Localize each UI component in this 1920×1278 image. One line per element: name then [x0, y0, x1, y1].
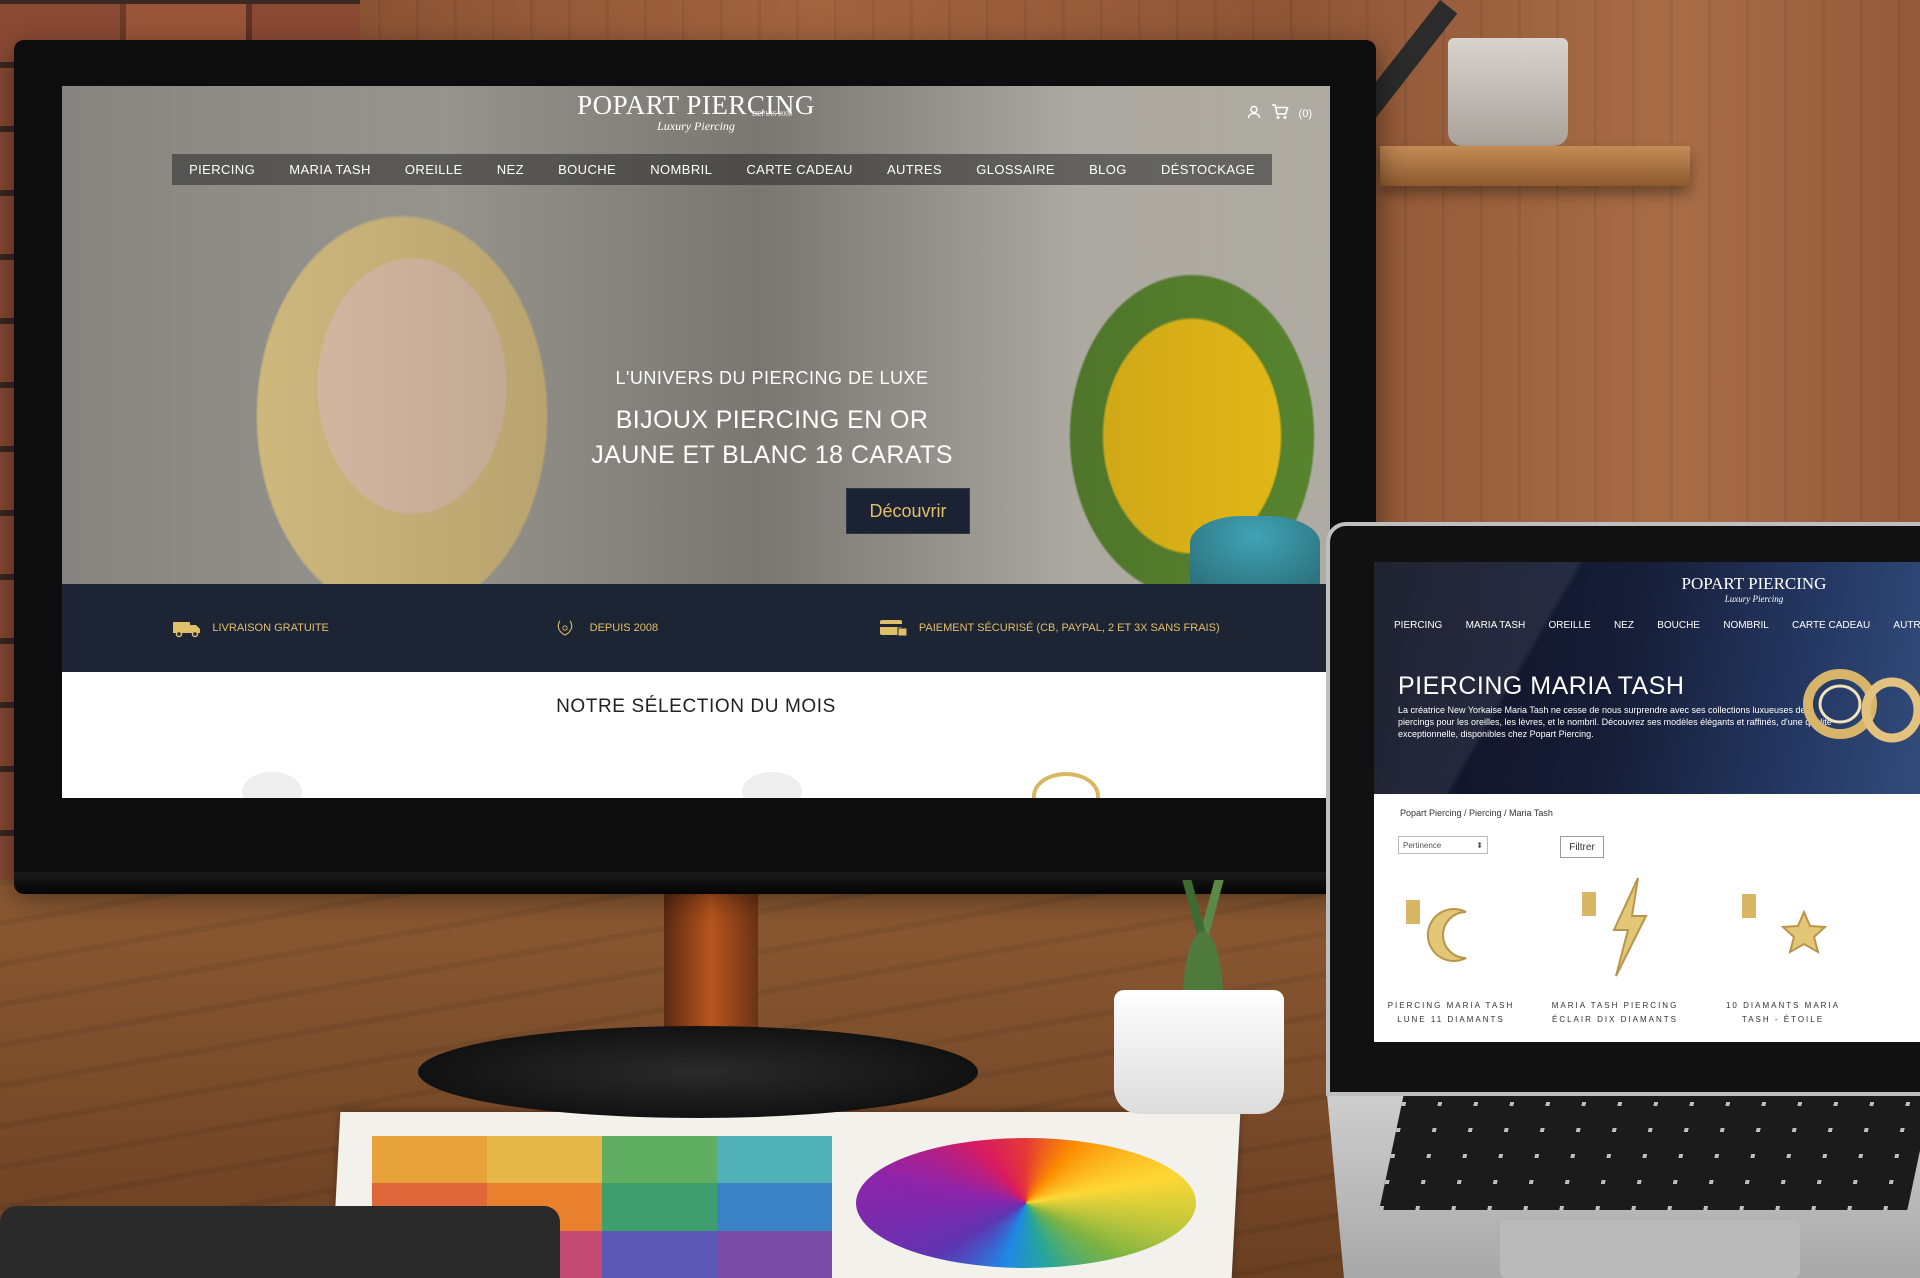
- logo-main: POPART PIERCING: [1681, 574, 1827, 593]
- moon-stud-image: [1406, 900, 1467, 962]
- section-title: NOTRE SÉLECTION DU MOIS: [556, 696, 836, 717]
- succulent-pot: [1114, 990, 1284, 1114]
- nav-item-nombril[interactable]: NOMBRIL: [1723, 620, 1769, 631]
- logo-tagline: Luxury Piercing: [657, 119, 735, 133]
- product-thumbnail[interactable]: [242, 772, 302, 798]
- logo-main: POPART PIERCING: [577, 90, 815, 120]
- hero-text: L'UNIVERS DU PIERCING DE LUXE BIJOUX PIE…: [572, 368, 972, 473]
- vase: [1190, 516, 1320, 584]
- nav-item-piercing[interactable]: PIERCING: [172, 162, 272, 177]
- nav-item-autres[interactable]: AUTRES: [1893, 620, 1920, 631]
- hero-title-line-2: JAUNE ET BLANC 18 CARATS: [591, 441, 953, 469]
- hero-title: BIJOUX PIERCING EN OR JAUNE ET BLANC 18 …: [572, 403, 972, 473]
- chevron-updown-icon: ⬍: [1476, 840, 1483, 850]
- nav-item-piercing[interactable]: PIERCING: [1394, 620, 1442, 631]
- star-stud-image: [1742, 894, 1828, 955]
- hero-title-line-1: BIJOUX PIERCING EN OR: [615, 406, 929, 434]
- product-name-line-1: MARIA TASH PIERCING: [1551, 1001, 1679, 1010]
- laptop-site-logo[interactable]: POPART PIERCING Luxury Piercing: [1664, 574, 1844, 604]
- cart-count[interactable]: (0): [1299, 108, 1312, 120]
- product-card[interactable]: MARIA TASH PIERCING ÉCLAIR DIX DIAMANTS: [1540, 872, 1690, 1042]
- product-name-line-1: 10 DIAMANTS MARIA: [1725, 1001, 1840, 1010]
- page-title: PIERCING MARIA TASH: [1398, 672, 1685, 700]
- monitor-base: [418, 1026, 978, 1118]
- nav-item-carte-cadeau[interactable]: CARTE CADEAU: [729, 162, 870, 177]
- nav-item-nez[interactable]: NEZ: [1614, 620, 1634, 631]
- benefit-label: LIVRAISON GRATUITE: [212, 622, 329, 634]
- sort-select[interactable]: Pertinence ⬍: [1398, 836, 1488, 854]
- laurel-icon: [557, 620, 572, 636]
- logo-tagline: Luxury Piercing: [1724, 594, 1784, 604]
- laptop-keyboard: [1379, 1090, 1920, 1210]
- main-nav: PIERCING MARIA TASH OREILLE NEZ BOUCHE N…: [172, 154, 1272, 185]
- logo-since: DEPUIS 2008: [752, 110, 793, 118]
- credit-card-lock-icon: [879, 620, 908, 637]
- product-thumbnail[interactable]: [1032, 772, 1100, 798]
- shelf-plant-pot: [1448, 38, 1568, 146]
- laptop-trackpad: [1500, 1220, 1800, 1278]
- wall-shelf: [1380, 146, 1690, 186]
- nav-item-maria-tash[interactable]: MARIA TASH: [272, 162, 388, 177]
- product-thumbnail[interactable]: [742, 772, 802, 798]
- site-logo[interactable]: POPART PIERCING Luxury Piercing: [62, 90, 1330, 134]
- product-name-line-2: ÉCLAIR DIX DIAMANTS: [1551, 1015, 1678, 1024]
- benefits-bar: LIVRAISON GRATUITE DEPUIS 2008 PAIEMENT …: [62, 584, 1330, 672]
- filter-button[interactable]: Filtrer: [1560, 836, 1604, 858]
- header-icons: (0): [1247, 104, 1312, 123]
- product-card[interactable]: PIERCING MARIA TASH LUNE 11 DIAMANTS: [1376, 872, 1526, 1042]
- laptop-screen: POPART PIERCING Luxury Piercing PIERCING…: [1374, 562, 1920, 1042]
- product-card[interactable]: 10 DIAMANTS MARIA TASH - ÉTOILE: [1708, 872, 1858, 1042]
- nav-item-nez[interactable]: NEZ: [480, 162, 541, 177]
- benefit-since-2008: DEPUIS 2008: [550, 618, 658, 638]
- hoop-earrings-image: [1803, 669, 1920, 743]
- benefit-label: PAIEMENT SÉCURISÉ (CB, PAYPAL, 2 ET 3X S…: [918, 622, 1220, 634]
- nav-item-autres[interactable]: AUTRES: [870, 162, 959, 177]
- cart-icon[interactable]: [1271, 104, 1289, 123]
- nav-item-oreille[interactable]: OREILLE: [388, 162, 480, 177]
- nav-item-maria-tash[interactable]: MARIA TASH: [1466, 620, 1526, 631]
- lightning-stud-image: [1582, 877, 1648, 977]
- laptop-nav: PIERCING MARIA TASH OREILLE NEZ BOUCHE N…: [1394, 620, 1920, 631]
- sort-select-value: Pertinence: [1403, 840, 1442, 850]
- nav-item-glossaire[interactable]: GLOSSAIRE: [959, 162, 1072, 177]
- user-icon[interactable]: [1247, 105, 1261, 122]
- nav-item-destockage[interactable]: DÉSTOCKAGE: [1144, 162, 1272, 177]
- nav-item-bouche[interactable]: BOUCHE: [541, 162, 633, 177]
- benefit-label: DEPUIS 2008: [589, 622, 659, 634]
- product-name-line-1: PIERCING MARIA TASH: [1387, 1001, 1515, 1010]
- benefit-free-delivery: LIVRAISON GRATUITE: [172, 618, 329, 638]
- page-description: La créatrice New Yorkaise Maria Tash ne …: [1398, 705, 1832, 739]
- color-wheel: [856, 1138, 1196, 1268]
- graphics-tablet: [0, 1206, 560, 1278]
- discover-button[interactable]: Découvrir: [846, 488, 970, 534]
- breadcrumb[interactable]: Popart Piercing / Piercing / Maria Tash: [1400, 808, 1553, 818]
- nav-item-oreille[interactable]: OREILLE: [1548, 620, 1590, 631]
- succulent-plant: [1168, 880, 1238, 1000]
- monitor-screen: POPART PIERCING Luxury Piercing DEPUIS 2…: [62, 86, 1330, 798]
- product-name-line-2: LUNE 11 DIAMANTS: [1397, 1015, 1505, 1024]
- benefit-secure-payment: PAIEMENT SÉCURISÉ (CB, PAYPAL, 2 ET 3X S…: [879, 618, 1220, 638]
- nav-item-carte-cadeau[interactable]: CARTE CADEAU: [1792, 620, 1870, 631]
- truck-icon: [173, 622, 201, 638]
- nav-item-nombril[interactable]: NOMBRIL: [633, 162, 729, 177]
- nav-item-bouche[interactable]: BOUCHE: [1657, 620, 1700, 631]
- nav-item-blog[interactable]: BLOG: [1072, 162, 1144, 177]
- hero-kicker: L'UNIVERS DU PIERCING DE LUXE: [615, 368, 929, 388]
- product-name-line-2: TASH - ÉTOILE: [1741, 1015, 1825, 1024]
